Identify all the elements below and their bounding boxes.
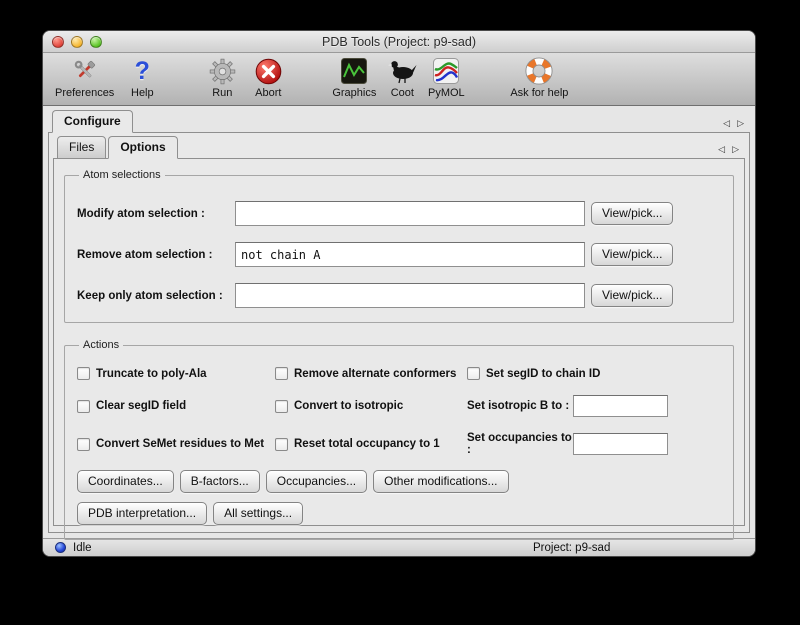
toolbar-item-label: Abort bbox=[255, 87, 281, 99]
checkbox-clear-segid-field[interactable]: Clear segID field bbox=[77, 400, 275, 413]
toolbar-item-label: Run bbox=[212, 87, 232, 99]
modify-atom-selection-label: Modify atom selection : bbox=[77, 208, 235, 220]
toolbar-item-help[interactable]: ? Help bbox=[122, 56, 162, 99]
checkbox-box[interactable] bbox=[77, 438, 90, 451]
toolbar: Preferences ? Help bbox=[43, 53, 755, 106]
checkbox-set-segid-to-chain-id[interactable]: Set segID to chain ID bbox=[467, 367, 721, 380]
toolbar-item-label: Graphics bbox=[332, 87, 376, 99]
main-notebook: Configure ◁ ▷ Files Options ◁ ▷ bbox=[43, 106, 755, 538]
modify-atom-selection-row: Modify atom selection : View/pick... bbox=[77, 201, 721, 226]
tab-scroll-left-icon[interactable]: ◁ bbox=[723, 118, 730, 129]
checkbox-box[interactable] bbox=[275, 400, 288, 413]
set-occupancies-input[interactable] bbox=[573, 433, 668, 455]
keep-only-atom-selection-label: Keep only atom selection : bbox=[77, 290, 235, 302]
remove-atom-selection-label: Remove atom selection : bbox=[77, 249, 235, 261]
set-occupancies-label: Set occupancies to : bbox=[467, 432, 573, 456]
project-label: Project: p9-sad bbox=[533, 542, 610, 554]
main-tab-scroll: ◁ ▷ bbox=[723, 118, 744, 133]
toolbar-item-coot[interactable]: Coot bbox=[382, 56, 422, 99]
remove-atom-selection-row: Remove atom selection : View/pick... bbox=[77, 242, 721, 267]
actions-legend: Actions bbox=[79, 339, 123, 351]
view-pick-button[interactable]: View/pick... bbox=[591, 284, 673, 307]
help-icon: ? bbox=[135, 56, 150, 86]
coordinates-button[interactable]: Coordinates... bbox=[77, 470, 174, 493]
tab-scroll-left-icon[interactable]: ◁ bbox=[718, 144, 725, 155]
toolbar-item-run[interactable]: Run bbox=[202, 56, 242, 99]
toolbar-item-label: Help bbox=[131, 87, 154, 99]
status-led-icon bbox=[55, 542, 66, 553]
pdb-tools-window: PDB Tools (Project: p9-sad) Preferences bbox=[42, 30, 756, 557]
sub-tab-strip: Files Options ◁ ▷ bbox=[53, 136, 745, 159]
set-isotropic-b-field: Set isotropic B to : bbox=[467, 395, 721, 417]
graphics-icon bbox=[341, 56, 367, 86]
checkbox-remove-alternate-conformers[interactable]: Remove alternate conformers bbox=[275, 367, 467, 380]
toolbar-item-graphics[interactable]: Graphics bbox=[332, 56, 376, 99]
checkbox-box[interactable] bbox=[275, 367, 288, 380]
set-isotropic-b-label: Set isotropic B to : bbox=[467, 400, 573, 412]
view-pick-button[interactable]: View/pick... bbox=[591, 202, 673, 225]
abort-icon bbox=[255, 56, 282, 86]
actions-grid: Truncate to poly-Ala Remove alternate co… bbox=[77, 367, 721, 456]
view-pick-button[interactable]: View/pick... bbox=[591, 243, 673, 266]
sub-notebook: Files Options ◁ ▷ Atom selections Modify… bbox=[49, 133, 749, 532]
b-factors-button[interactable]: B-factors... bbox=[180, 470, 260, 493]
tab-files[interactable]: Files bbox=[57, 136, 106, 159]
run-gear-icon bbox=[209, 56, 236, 86]
minimize-button[interactable] bbox=[71, 36, 83, 48]
tab-configure[interactable]: Configure bbox=[52, 110, 133, 133]
toolbar-item-pymol[interactable]: PyMOL bbox=[426, 56, 466, 99]
checkbox-convert-semet-residues-to-met[interactable]: Convert SeMet residues to Met bbox=[77, 438, 275, 451]
checkbox-box[interactable] bbox=[467, 367, 480, 380]
toolbar-item-abort[interactable]: Abort bbox=[248, 56, 288, 99]
checkbox-convert-to-isotropic[interactable]: Convert to isotropic bbox=[275, 400, 467, 413]
coot-bird-icon bbox=[387, 56, 417, 86]
toolbar-item-preferences[interactable]: Preferences bbox=[55, 56, 114, 99]
actions-buttons-row-2: PDB interpretation... All settings... bbox=[77, 502, 721, 525]
window-controls bbox=[52, 36, 102, 48]
set-isotropic-b-input[interactable] bbox=[573, 395, 668, 417]
main-tab-strip: Configure ◁ ▷ bbox=[48, 110, 750, 133]
toolbar-item-label: PyMOL bbox=[428, 87, 465, 99]
actions-group: Actions Truncate to poly-Ala Remove alte… bbox=[64, 339, 734, 540]
window-title: PDB Tools (Project: p9-sad) bbox=[322, 35, 476, 49]
options-panel: Atom selections Modify atom selection : … bbox=[53, 158, 745, 526]
atom-selections-group: Atom selections Modify atom selection : … bbox=[64, 169, 734, 323]
checkbox-box[interactable] bbox=[77, 367, 90, 380]
all-settings-button[interactable]: All settings... bbox=[213, 502, 303, 525]
status-text: Idle bbox=[73, 542, 92, 554]
other-modifications-button[interactable]: Other modifications... bbox=[373, 470, 508, 493]
checkbox-reset-total-occupancy-to-1[interactable]: Reset total occupancy to 1 bbox=[275, 438, 467, 451]
tab-options[interactable]: Options bbox=[108, 136, 177, 159]
sub-tab-scroll: ◁ ▷ bbox=[718, 144, 739, 159]
atom-selections-legend: Atom selections bbox=[79, 169, 165, 181]
lifebuoy-icon bbox=[525, 56, 553, 86]
actions-buttons-row-1: Coordinates... B-factors... Occupancies.… bbox=[77, 470, 721, 493]
tab-scroll-right-icon[interactable]: ▷ bbox=[737, 118, 744, 129]
occupancies-button[interactable]: Occupancies... bbox=[266, 470, 367, 493]
checkbox-box[interactable] bbox=[77, 400, 90, 413]
toolbar-item-label: Coot bbox=[391, 87, 414, 99]
toolbar-item-label: Ask for help bbox=[510, 87, 568, 99]
modify-atom-selection-input[interactable] bbox=[235, 201, 585, 226]
title-bar[interactable]: PDB Tools (Project: p9-sad) bbox=[43, 31, 755, 53]
toolbar-item-label: Preferences bbox=[55, 87, 114, 99]
checkbox-truncate-to-poly-ala[interactable]: Truncate to poly-Ala bbox=[77, 367, 275, 380]
set-occupancies-field: Set occupancies to : bbox=[467, 432, 721, 456]
status-bar: Idle Project: p9-sad bbox=[43, 538, 755, 556]
tab-scroll-right-icon[interactable]: ▷ bbox=[732, 144, 739, 155]
pdb-interpretation-button[interactable]: PDB interpretation... bbox=[77, 502, 207, 525]
pymol-icon bbox=[433, 56, 459, 86]
toolbar-item-ask-for-help[interactable]: Ask for help bbox=[510, 56, 568, 99]
zoom-button[interactable] bbox=[90, 36, 102, 48]
remove-atom-selection-input[interactable] bbox=[235, 242, 585, 267]
checkbox-box[interactable] bbox=[275, 438, 288, 451]
configure-panel: Files Options ◁ ▷ Atom selections Modify… bbox=[48, 132, 750, 533]
keep-only-atom-selection-row: Keep only atom selection : View/pick... bbox=[77, 283, 721, 308]
close-button[interactable] bbox=[52, 36, 64, 48]
keep-only-atom-selection-input[interactable] bbox=[235, 283, 585, 308]
preferences-icon bbox=[71, 56, 99, 86]
